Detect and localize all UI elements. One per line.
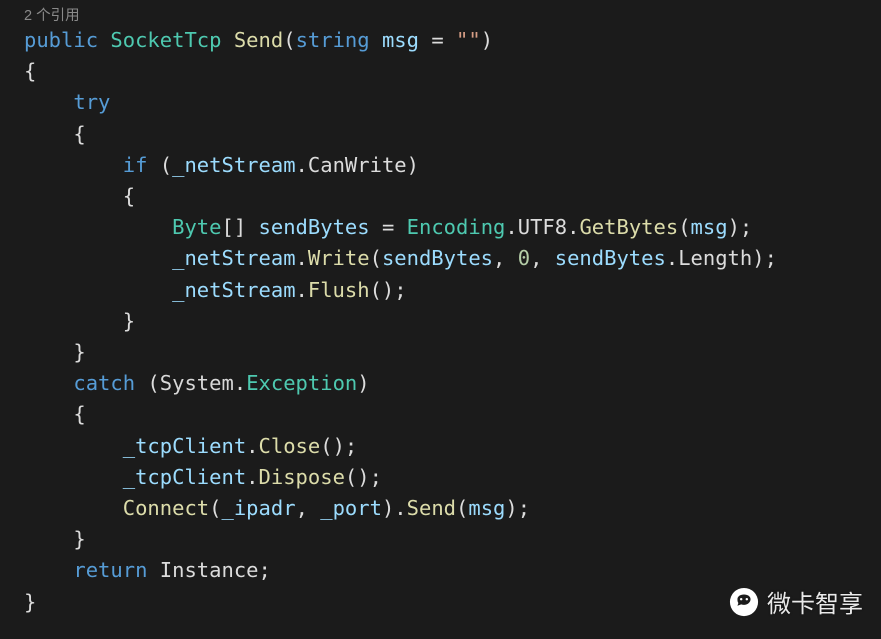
keyword-public: public [24, 28, 98, 52]
indent-guide [24, 496, 123, 520]
indent-guide [24, 434, 123, 458]
brace-close: } [123, 309, 135, 333]
comma: , [493, 246, 518, 270]
string-empty: "" [456, 28, 481, 52]
dot: . [296, 246, 308, 270]
paren-open: ( [135, 371, 160, 395]
prop-utf8: UTF8 [518, 215, 567, 239]
method-dispose: Dispose [259, 465, 345, 489]
field-tcpclient: _tcpClient [123, 465, 246, 489]
paren-open: ( [456, 496, 468, 520]
dot: . [296, 278, 308, 302]
comma: , [296, 496, 321, 520]
arg-ipadr: _ipadr [222, 496, 296, 520]
type-byte: Byte [172, 215, 221, 239]
paren-close: ) [407, 153, 419, 177]
dot: . [505, 215, 517, 239]
brace-close: } [73, 340, 85, 364]
keyword-return: return [73, 558, 147, 582]
space [147, 558, 159, 582]
brace-open: { [123, 184, 135, 208]
code-block: public SocketTcp Send(string msg = "") {… [0, 25, 881, 618]
dot: . [296, 153, 308, 177]
indent-guide [24, 527, 73, 551]
paren-close: ); [505, 496, 530, 520]
dot: . [246, 465, 258, 489]
indent-guide [24, 184, 123, 208]
indent-guide [24, 278, 172, 302]
paren-open: ( [209, 496, 221, 520]
dot: . [567, 215, 579, 239]
prop-length: Length [678, 246, 752, 270]
equals: = [419, 28, 456, 52]
method-close: Close [259, 434, 321, 458]
space [370, 28, 382, 52]
keyword-try: try [73, 90, 110, 114]
method-write: Write [308, 246, 370, 270]
indent-guide [24, 340, 73, 364]
keyword-string: string [296, 28, 370, 52]
method-send: Send [407, 496, 456, 520]
method-connect: Connect [123, 496, 209, 520]
indent-guide [24, 122, 73, 146]
paren-close: ); [752, 246, 777, 270]
equals: = [370, 215, 407, 239]
type-sockettcp: SocketTcp [110, 28, 221, 52]
dot: . [234, 371, 246, 395]
dot: . [246, 434, 258, 458]
indent-guide [24, 371, 73, 395]
field-tcpclient: _tcpClient [123, 434, 246, 458]
paren-open: ( [678, 215, 690, 239]
brace-open: { [73, 122, 85, 146]
semicolon: ; [259, 558, 271, 582]
literal-zero: 0 [518, 246, 530, 270]
brace-open: { [24, 59, 36, 83]
paren-close: ) [357, 371, 369, 395]
indent-guide [24, 246, 172, 270]
method-flush: Flush [308, 278, 370, 302]
arg-msg: msg [468, 496, 505, 520]
local-sendbytes: sendBytes [259, 215, 370, 239]
paren-close: ). [382, 496, 407, 520]
field-netstream: _netStream [172, 278, 295, 302]
paren-close: ) [481, 28, 493, 52]
arg-port: _port [320, 496, 382, 520]
indent-guide [24, 90, 73, 114]
brace-close: } [24, 590, 36, 614]
arg-msg: msg [691, 215, 728, 239]
comma: , [530, 246, 555, 270]
field-netstream: _netStream [172, 153, 295, 177]
arg-sendbytes: sendBytes [555, 246, 666, 270]
codelens-references[interactable]: 2 个引用 [0, 0, 881, 25]
dot: . [666, 246, 678, 270]
indent-guide [24, 215, 172, 239]
type-encoding: Encoding [407, 215, 506, 239]
indent-guide [24, 309, 123, 333]
indent-guide [24, 402, 73, 426]
type-exception: Exception [246, 371, 357, 395]
keyword-catch: catch [73, 371, 135, 395]
indent-guide [24, 153, 123, 177]
keyword-if: if [123, 153, 148, 177]
method-getbytes: GetBytes [579, 215, 678, 239]
array-brackets: [] [221, 215, 258, 239]
indent-guide [24, 465, 123, 489]
paren-open: ( [370, 246, 382, 270]
paren-close: (); [320, 434, 357, 458]
prop-canwrite: CanWrite [308, 153, 407, 177]
indent-guide [24, 558, 73, 582]
paren-close: ); [728, 215, 753, 239]
brace-open: { [73, 402, 85, 426]
prop-instance: Instance [160, 558, 259, 582]
paren-close: (); [345, 465, 382, 489]
arg-sendbytes: sendBytes [382, 246, 493, 270]
param-msg: msg [382, 28, 419, 52]
namespace-system: System [160, 371, 234, 395]
paren-open: ( [283, 28, 295, 52]
paren-close: (); [370, 278, 407, 302]
method-send: Send [234, 28, 283, 52]
paren-open: ( [147, 153, 172, 177]
brace-close: } [73, 527, 85, 551]
field-netstream: _netStream [172, 246, 295, 270]
